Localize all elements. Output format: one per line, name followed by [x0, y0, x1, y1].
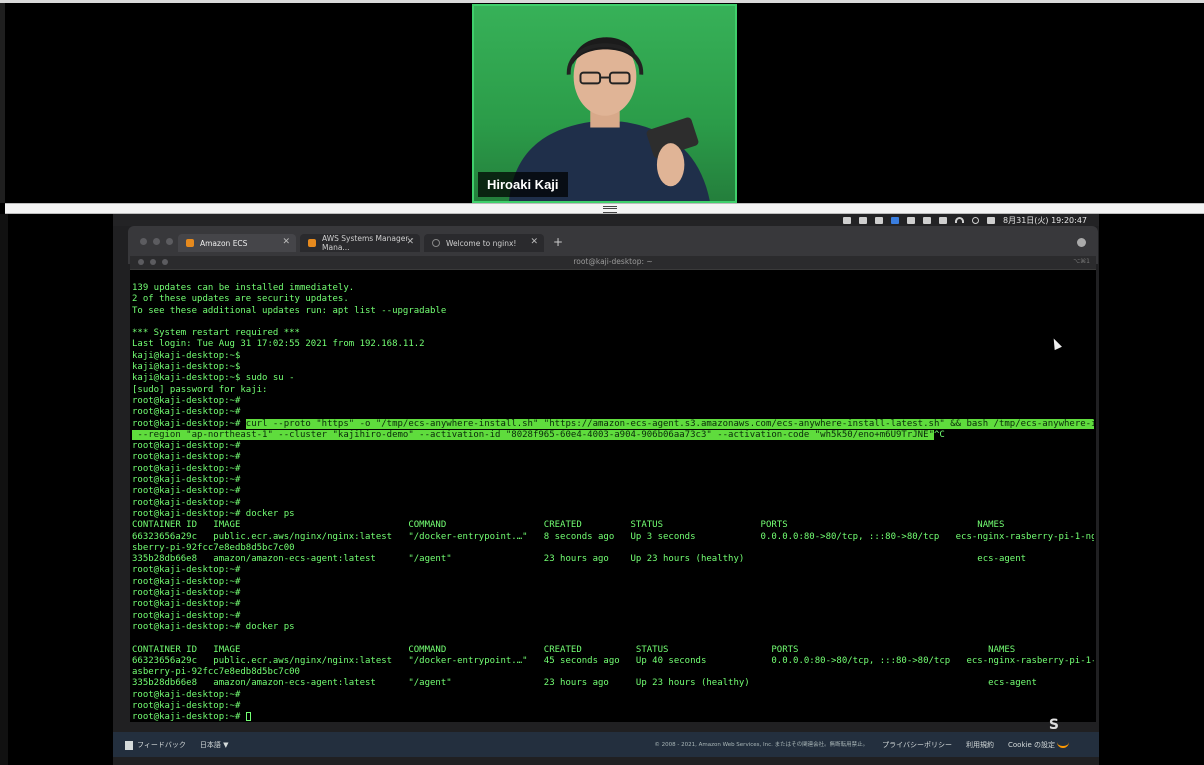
terminal-line: root@kaji-desktop:~# [132, 463, 241, 474]
scroll-indicator: S [1048, 717, 1059, 733]
terminal-line: root@kaji-desktop:~# [132, 576, 241, 587]
aws-favicon-icon [186, 239, 194, 247]
terminal-command-line: root@kaji-desktop:~# curl --proto "https… [132, 418, 1094, 430]
terminal-line: root@kaji-desktop:~# [132, 407, 241, 418]
terminal-line: 2 of these updates are security updates. [132, 294, 349, 305]
terminal-lines-before: 139 updates can be installed immediately… [132, 283, 1094, 419]
terminal-line: root@kaji-desktop:~# [132, 441, 241, 452]
terminal-line: 66323656a29c public.ecr.aws/nginx/nginx:… [132, 655, 1094, 666]
terminal-line: To see these additional updates run: apt… [132, 305, 447, 316]
terminal-shortcut: ⌥⌘1 [1073, 258, 1090, 265]
wifi-icon[interactable] [955, 217, 965, 223]
terminal-lines-after: root@kaji-desktop:~# root@kaji-desktop:~#… [132, 441, 1094, 712]
share-icon[interactable] [843, 216, 852, 224]
close-tab-icon[interactable]: ✕ [282, 237, 290, 247]
terminal-window[interactable]: root@kaji-desktop: ~ ⌥⌘1 139 updates can… [130, 256, 1096, 722]
control-center-icon[interactable] [987, 216, 996, 224]
language-selector[interactable]: 日本語 ▼ [200, 740, 229, 750]
aws-favicon-icon [308, 239, 316, 247]
video-tile[interactable]: Hiroaki Kaji [472, 4, 737, 203]
aws-console-footer: フィードバック 日本語 ▼ © 2008 - 2021, Amazon Web … [113, 732, 1099, 757]
bluetooth-icon[interactable] [923, 216, 932, 224]
drag-handle-icon[interactable] [603, 206, 617, 213]
terminal-title: root@kaji-desktop: ~ [573, 257, 653, 266]
terminal-line: 139 updates can be installed immediately… [132, 283, 355, 293]
aws-logo-icon [1057, 738, 1069, 748]
terminal-line: root@kaji-desktop:~# [132, 497, 241, 508]
clipboard-icon[interactable] [859, 216, 868, 224]
split-divider[interactable] [5, 203, 1204, 214]
terminal-line: root@kaji-desktop:~# [132, 452, 241, 463]
terminal-line: *** System restart required *** [132, 328, 300, 339]
terminal-line: root@kaji-desktop:~# [132, 588, 241, 599]
input-method-icon[interactable] [891, 216, 900, 224]
highlighted-command-2: --region "ap-northeast-1" --cluster "kaj… [132, 429, 934, 440]
terminal-line: 66323656a29c public.ecr.aws/nginx/nginx:… [132, 531, 1094, 542]
terminal-line: root@kaji-desktop:~# docker ps [132, 508, 295, 519]
battery-icon[interactable] [939, 216, 948, 224]
terminal-line: kaji@kaji-desktop:~$ sudo su - [132, 373, 295, 384]
terminal-command-line-2: --region "ap-northeast-1" --cluster "kaj… [132, 429, 945, 440]
mac-menubar: 8月31日(火) 19:20:47 [113, 214, 1099, 226]
terminal-line: 335b28db66e8 amazon/amazon-ecs-agent:lat… [132, 678, 1037, 689]
tab-nginx[interactable]: Welcome to nginx! ✕ [424, 234, 544, 252]
participant-name: Hiroaki Kaji [478, 172, 568, 197]
terminal-titlebar: root@kaji-desktop: ~ ⌥⌘1 [130, 256, 1096, 270]
privacy-link[interactable]: プライバシーポリシー [882, 740, 952, 750]
copyright-text: © 2008 - 2021, Amazon Web Services, Inc.… [654, 742, 869, 748]
terms-link[interactable]: 利用規約 [966, 740, 994, 750]
text-cursor-icon [245, 712, 251, 722]
terminal-line: root@kaji-desktop:~# [132, 486, 241, 497]
left-edge [0, 3, 5, 203]
terminal-line: root@kaji-desktop:~# [132, 565, 241, 576]
new-tab-button[interactable]: + [553, 235, 563, 249]
terminal-line: root@kaji-desktop:~# [132, 689, 241, 700]
tab-systems-manager[interactable]: AWS Systems Manager - Mana... ✕ [300, 234, 420, 252]
close-tab-icon[interactable]: ✕ [406, 237, 414, 247]
terminal-line: asberry-pi-92fcc7e8edb8d5bc7c00 [132, 667, 300, 678]
globe-icon [432, 239, 440, 247]
terminal-line: root@kaji-desktop:~# [132, 395, 241, 406]
terminal-line: [sudo] password for kaji: [132, 384, 268, 395]
terminal-output[interactable]: 139 updates can be installed immediately… [132, 283, 1094, 722]
volume-icon[interactable] [907, 216, 916, 224]
terminal-line: sberry-pi-92fcc7e8edb8d5bc7c00 [132, 542, 295, 553]
search-icon[interactable] [972, 216, 980, 224]
terminal-line: kaji@kaji-desktop:~$ [132, 350, 241, 361]
left-edge-sidebar [0, 214, 8, 765]
profile-icon[interactable] [1077, 238, 1086, 247]
close-tab-icon[interactable]: ✕ [530, 237, 538, 247]
feedback-link[interactable]: フィードバック [125, 740, 186, 750]
terminal-line: Last login: Tue Aug 31 17:02:55 2021 fro… [132, 339, 425, 350]
shared-screen: 8月31日(火) 19:20:47 Amazon ECS ✕ AWS Syste… [113, 214, 1099, 765]
terminal-line: kaji@kaji-desktop:~$ [132, 362, 241, 373]
terminal-line: root@kaji-desktop:~# [132, 475, 241, 486]
terminal-line: CONTAINER ID IMAGE COMMAND CREATED STATU… [132, 644, 1016, 655]
terminal-line: root@kaji-desktop:~# [132, 700, 241, 711]
feedback-icon [125, 740, 133, 750]
airdrop-icon[interactable] [875, 216, 884, 224]
tab-amazon-ecs[interactable]: Amazon ECS ✕ [178, 234, 296, 252]
terminal-line: 335b28db66e8 amazon/amazon-ecs-agent:lat… [132, 554, 1027, 565]
terminal-line: root@kaji-desktop:~# [132, 599, 241, 610]
menubar-clock[interactable]: 8月31日(火) 19:20:47 [1003, 215, 1087, 226]
browser-tabbar: Amazon ECS ✕ AWS Systems Manager - Mana.… [128, 230, 1098, 252]
terminal-line: root@kaji-desktop:~# docker ps [132, 621, 295, 632]
window-controls[interactable] [140, 238, 173, 245]
terminal-line: root@kaji-desktop:~# [132, 610, 241, 621]
terminal-line: CONTAINER ID IMAGE COMMAND CREATED STATU… [132, 520, 1005, 531]
highlighted-command: curl --proto "https" -o "/tmp/ecs-anywhe… [245, 418, 1094, 429]
cookie-settings-link[interactable]: Cookie の設定 [1008, 740, 1055, 750]
terminal-current-prompt[interactable]: root@kaji-desktop:~# [132, 712, 1094, 722]
top-strip [0, 0, 1204, 3]
